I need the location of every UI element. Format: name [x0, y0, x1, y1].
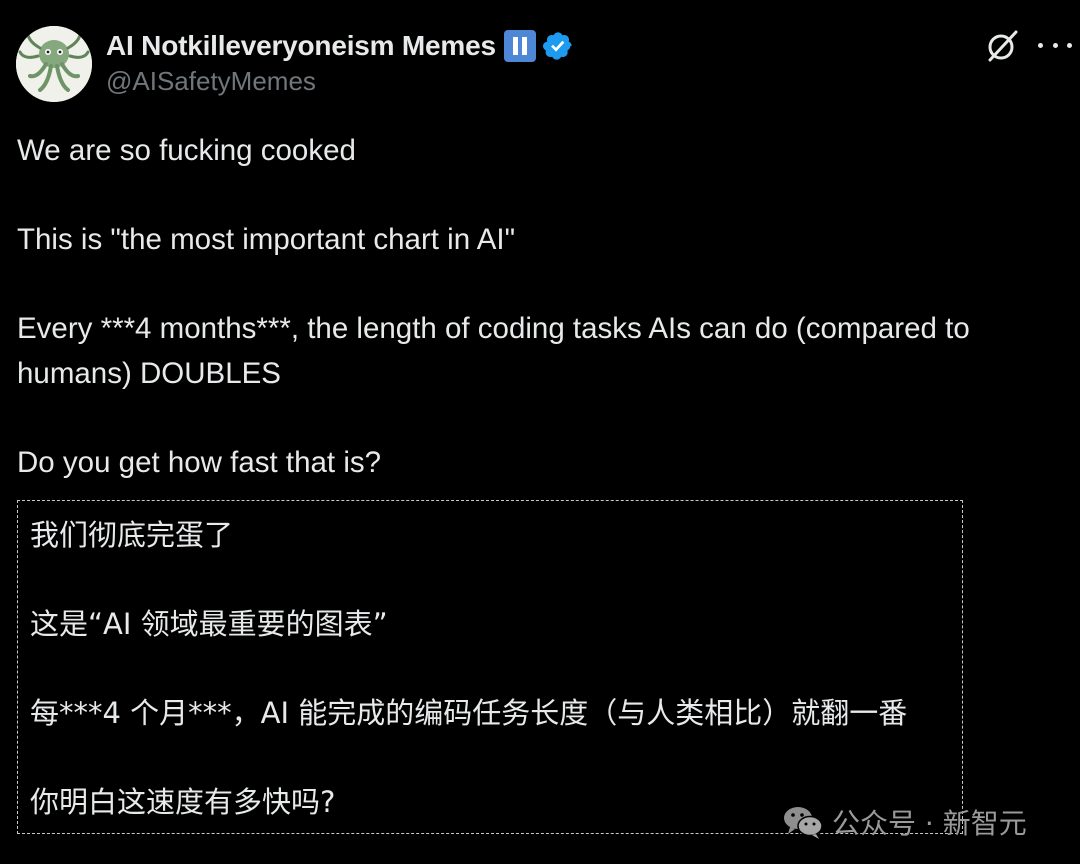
verified-icon	[542, 30, 574, 62]
author-name[interactable]: AI Notkilleveryoneism Memes	[106, 30, 496, 62]
translation-line: 你明白这速度有多快吗?	[30, 785, 336, 819]
wechat-icon	[784, 807, 823, 839]
tweet-line: We are so fucking cooked	[17, 134, 356, 167]
translation-line: 每***4 个月***，AI 能完成的编码任务长度（与人类相比）就翻一番	[30, 696, 908, 730]
tweet-line: humans) DOUBLES	[17, 357, 281, 390]
watermark-text: 公众号 · 新智元	[832, 807, 1027, 840]
avatar[interactable]	[16, 26, 92, 102]
tweet-line: Do you get how fast that is?	[17, 446, 382, 479]
author-name-row: AI Notkilleveryoneism Memes	[106, 28, 574, 64]
watermark: 公众号 · 新智元	[782, 800, 1027, 844]
translation-box: 我们彻底完蛋了 这是“AI 领域最重要的图表” 每***4 个月***，AI 能…	[17, 500, 963, 834]
grok-icon[interactable]	[984, 28, 1020, 64]
tweet-line: This is "the most important chart in AI"	[17, 223, 516, 256]
more-icon[interactable]	[1038, 32, 1072, 58]
tweet-line: Every ***4 months***, the length of codi…	[17, 312, 970, 345]
translation-line: 我们彻底完蛋了	[30, 518, 234, 552]
cthulhu-avatar-icon	[16, 26, 92, 102]
pause-icon	[503, 30, 536, 62]
tweet-text: We are so fucking cooked This is "the mo…	[17, 128, 1067, 485]
translation-line: 这是“AI 领域最重要的图表”	[30, 607, 388, 641]
author-handle[interactable]: @AISafetyMemes	[106, 66, 316, 97]
